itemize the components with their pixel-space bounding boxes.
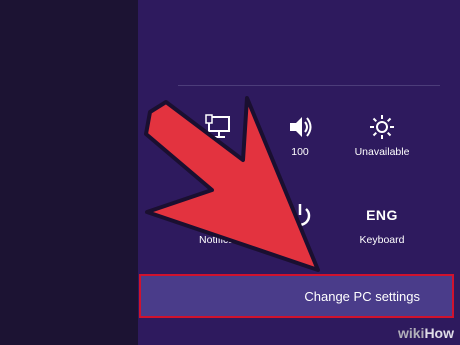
network-icon xyxy=(205,114,230,138)
change-pc-settings-button[interactable]: Change PC settings xyxy=(139,274,454,318)
watermark-part2: How xyxy=(424,325,454,341)
power-icon xyxy=(289,204,311,226)
speaker-icon xyxy=(290,117,312,137)
brightness-status: Unavailable xyxy=(354,146,410,158)
power-tile[interactable]: er xyxy=(260,200,340,246)
power-label: er xyxy=(295,234,305,246)
charm-divider xyxy=(178,85,440,86)
volume-level: 100 xyxy=(291,146,309,158)
keyboard-language-indicator: ENG xyxy=(366,207,398,223)
wikihow-watermark: wikiHow xyxy=(398,325,454,341)
volume-tile[interactable]: 100 xyxy=(260,112,340,158)
network-tile[interactable] xyxy=(178,112,258,146)
notifications-tile[interactable]: Notificat xyxy=(178,200,258,246)
keyboard-tile[interactable]: ENG Keyboard xyxy=(342,200,422,246)
start-screen-background xyxy=(0,0,138,345)
brightness-tile[interactable]: Unavailable xyxy=(342,112,422,158)
notifications-icon xyxy=(178,200,258,230)
change-pc-settings-label: Change PC settings xyxy=(304,289,420,304)
notifications-label: Notificat xyxy=(199,234,237,246)
watermark-part1: wiki xyxy=(397,325,425,341)
sun-icon xyxy=(370,115,394,139)
keyboard-label: Keyboard xyxy=(359,234,405,246)
